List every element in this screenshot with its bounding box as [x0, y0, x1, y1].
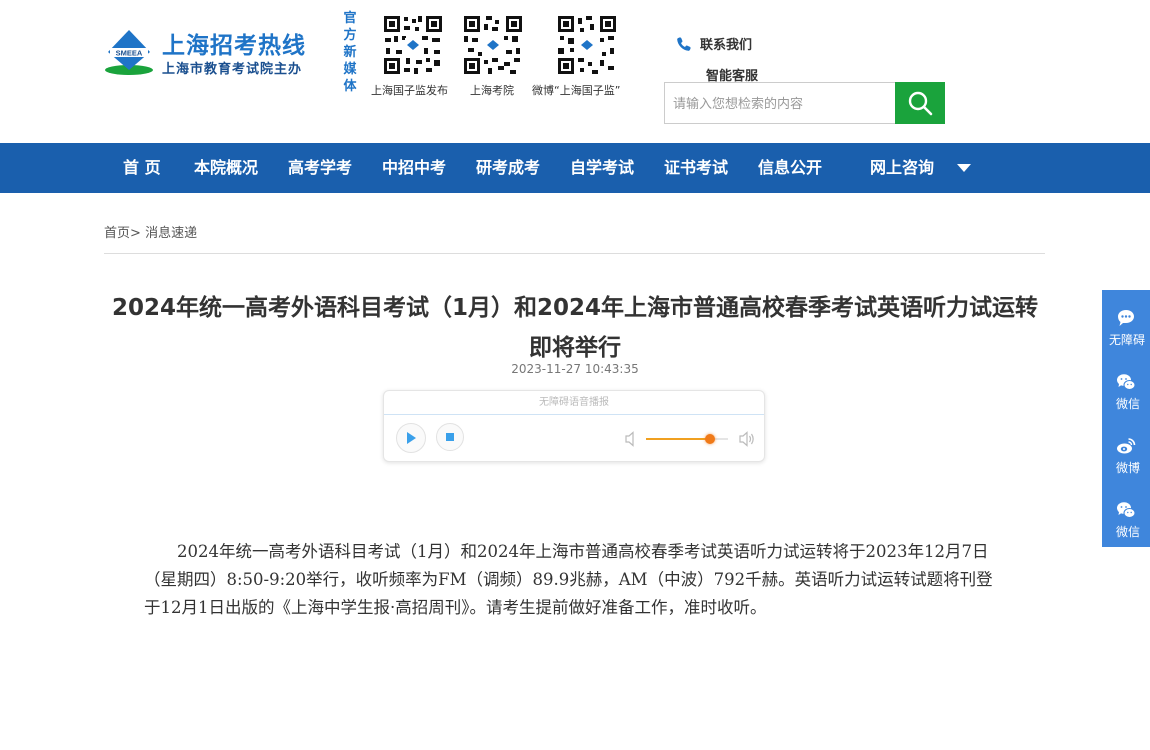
float-item-label: 微信 — [1116, 525, 1141, 539]
qrcode-caption: 微博“上海国子监” — [532, 84, 621, 97]
nav-item-certificate[interactable]: 证书考试 — [664, 143, 728, 193]
logo-emblem-icon: SMEEA — [105, 30, 153, 75]
phone-icon — [677, 36, 691, 51]
play-icon — [407, 432, 416, 444]
logo-subtitle: 上海市教育考试院主办 — [162, 62, 303, 77]
nav-item-about[interactable]: 本院概况 — [194, 143, 258, 193]
float-item-label: 无障碍 — [1109, 333, 1146, 347]
official-media-label: 官方新媒体 — [343, 11, 357, 94]
article-body: 2024年统一高考外语科目考试（1月）和2024年上海市普通高校春季考试英语听力… — [144, 542, 993, 617]
float-weibo-button[interactable]: 微博 — [1102, 426, 1150, 486]
breadcrumb-separator: > — [130, 226, 141, 241]
volume-low-icon[interactable] — [624, 431, 638, 447]
qrcode-icon[interactable] — [462, 14, 524, 76]
nav-item-graduate[interactable]: 研考成考 — [476, 143, 540, 193]
qrcode-caption: 上海国子监发布 — [371, 84, 448, 97]
volume-slider[interactable] — [646, 434, 728, 444]
stop-icon — [446, 433, 454, 441]
breadcrumb-divider — [104, 253, 1045, 254]
nav-item-gaokao[interactable]: 高考学考 — [288, 143, 352, 193]
float-item-label: 微信 — [1116, 397, 1141, 411]
float-accessibility-button[interactable]: 无障碍 — [1102, 298, 1150, 358]
audio-player: 无障碍语音播报 — [383, 390, 765, 462]
chevron-down-icon[interactable] — [957, 164, 971, 172]
volume-slider-fill — [646, 438, 710, 440]
nav-item-info-disclosure[interactable]: 信息公开 — [758, 143, 822, 193]
contact-us-link[interactable]: 联系我们 — [676, 34, 752, 53]
volume-high-icon[interactable] — [738, 431, 756, 447]
search-input[interactable] — [665, 83, 895, 123]
search-box — [664, 82, 945, 124]
breadcrumb-current-link[interactable]: 消息速递 — [145, 226, 197, 241]
weibo-icon — [1117, 438, 1136, 454]
wechat-icon — [1117, 502, 1136, 518]
nav-item-zhongkao[interactable]: 中招中考 — [382, 143, 446, 193]
audio-player-title: 无障碍语音播报 — [384, 391, 764, 415]
float-wechat-button[interactable]: 微信 — [1102, 362, 1150, 422]
volume-slider-handle[interactable] — [704, 434, 715, 444]
nav-item-home[interactable]: 首 页 — [123, 143, 161, 193]
breadcrumb-home-link[interactable]: 首页 — [104, 226, 130, 241]
article-date: 2023-11-27 10:43:35 — [511, 362, 639, 376]
search-icon — [908, 91, 933, 116]
float-wechat-button[interactable]: 微信 — [1102, 490, 1150, 550]
wechat-icon — [1117, 374, 1136, 390]
side-float-bar: 无障碍 微信 微博 微信 — [1102, 290, 1150, 547]
search-button[interactable] — [895, 82, 945, 124]
accessibility-icon — [1118, 310, 1134, 326]
nav-item-online-consult[interactable]: 网上咨询 — [870, 143, 934, 193]
qrcode-icon[interactable] — [556, 14, 618, 76]
site-header: SMEEA 上海招考热线 上海市教育考试院主办 官方新媒体 上海国子监发布 上海… — [0, 0, 1150, 143]
logo-title: 上海招考热线 — [162, 33, 306, 59]
float-item-label: 微博 — [1116, 461, 1141, 475]
nav-item-self-study[interactable]: 自学考试 — [570, 143, 634, 193]
stop-button[interactable] — [436, 423, 464, 451]
article-title: 2024年统一高考外语科目考试（1月）和2024年上海市普通高校春季考试英语听力… — [111, 295, 1039, 361]
site-logo[interactable]: SMEEA 上海招考热线 上海市教育考试院主办 — [104, 24, 314, 84]
qrcode-caption: 上海考院 — [470, 84, 514, 97]
breadcrumb: 首页> 消息速递 — [104, 222, 197, 241]
qrcode-icon[interactable] — [382, 14, 444, 76]
play-button[interactable] — [396, 423, 426, 453]
contact-us-label: 联系我们 — [700, 38, 753, 53]
logo-badge-text: SMEEA — [116, 49, 143, 58]
main-nav: 首 页 本院概况 高考学考 中招中考 研考成考 自学考试 证书考试 信息公开 网… — [0, 143, 1150, 193]
